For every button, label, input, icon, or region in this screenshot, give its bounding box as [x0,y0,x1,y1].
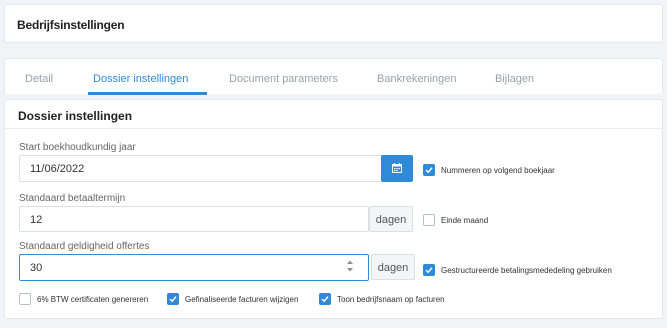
date-picker-button[interactable] [381,155,413,182]
checkmark-icon [425,267,433,274]
page-header: Bedrijfsinstellingen [4,4,663,43]
edit-finalized-checkbox[interactable] [167,293,179,305]
checkmark-icon [169,296,177,303]
vat-certificates-label: 6% BTW certificaten genereren [37,295,149,304]
active-tab-indicator [88,92,207,95]
panel-title: Dossier instellingen [18,109,133,123]
start-year-value: 11/06/2022 [30,163,85,175]
quote-validity-unit: dagen [371,254,415,280]
payment-term-label: Standaard betaaltermijn [19,193,126,204]
divider [5,128,662,129]
tab-bankrekeningen[interactable]: Bankrekeningen [377,73,457,85]
tab-detail[interactable]: Detail [25,73,53,85]
tab-document-parameters[interactable]: Document parameters [229,73,338,85]
payment-term-unit-label: dagen [375,214,407,226]
calendar-icon [392,163,402,173]
start-year-label: Start boekhoudkundig jaar [19,142,136,153]
quote-validity-unit-label: dagen [377,262,409,274]
tab-bar: Detail Dossier instellingen Document par… [4,58,663,95]
page-title: Bedrijfsinstellingen [17,18,125,32]
quote-validity-label: Standaard geldigheid offertes [19,241,150,252]
tab-bijlagen[interactable]: Bijlagen [495,73,534,85]
number-next-year-checkbox[interactable] [423,164,435,176]
end-of-month-checkbox[interactable] [423,214,435,226]
dossier-settings-panel: Dossier instellingen Start boekhoudkundi… [4,99,663,319]
show-company-name-label: Toon bedrijfsnaam op facturen [337,295,445,304]
checkmark-icon [425,167,433,174]
structured-payment-checkbox[interactable] [423,264,435,276]
quote-validity-input[interactable]: 30 [19,254,369,281]
stepper-arrows-icon[interactable] [345,258,355,274]
edit-finalized-label: Gefinaliseerde facturen wijzigen [185,295,299,304]
vat-certificates-checkbox[interactable] [19,293,31,305]
payment-term-input[interactable]: 12 [19,206,369,232]
payment-term-unit: dagen [369,206,413,232]
tab-dossier-instellingen[interactable]: Dossier instellingen [93,73,188,85]
checkmark-icon [321,296,329,303]
show-company-name-checkbox[interactable] [319,293,331,305]
quote-validity-value: 30 [30,262,43,274]
payment-term-value: 12 [30,214,43,226]
end-of-month-label: Einde maand [441,216,489,225]
start-year-input[interactable]: 11/06/2022 [19,155,382,182]
structured-payment-label: Gestructureerde betalingsmededeling gebr… [441,266,612,275]
number-next-year-label: Nummeren op volgend boekjaar [441,166,555,175]
